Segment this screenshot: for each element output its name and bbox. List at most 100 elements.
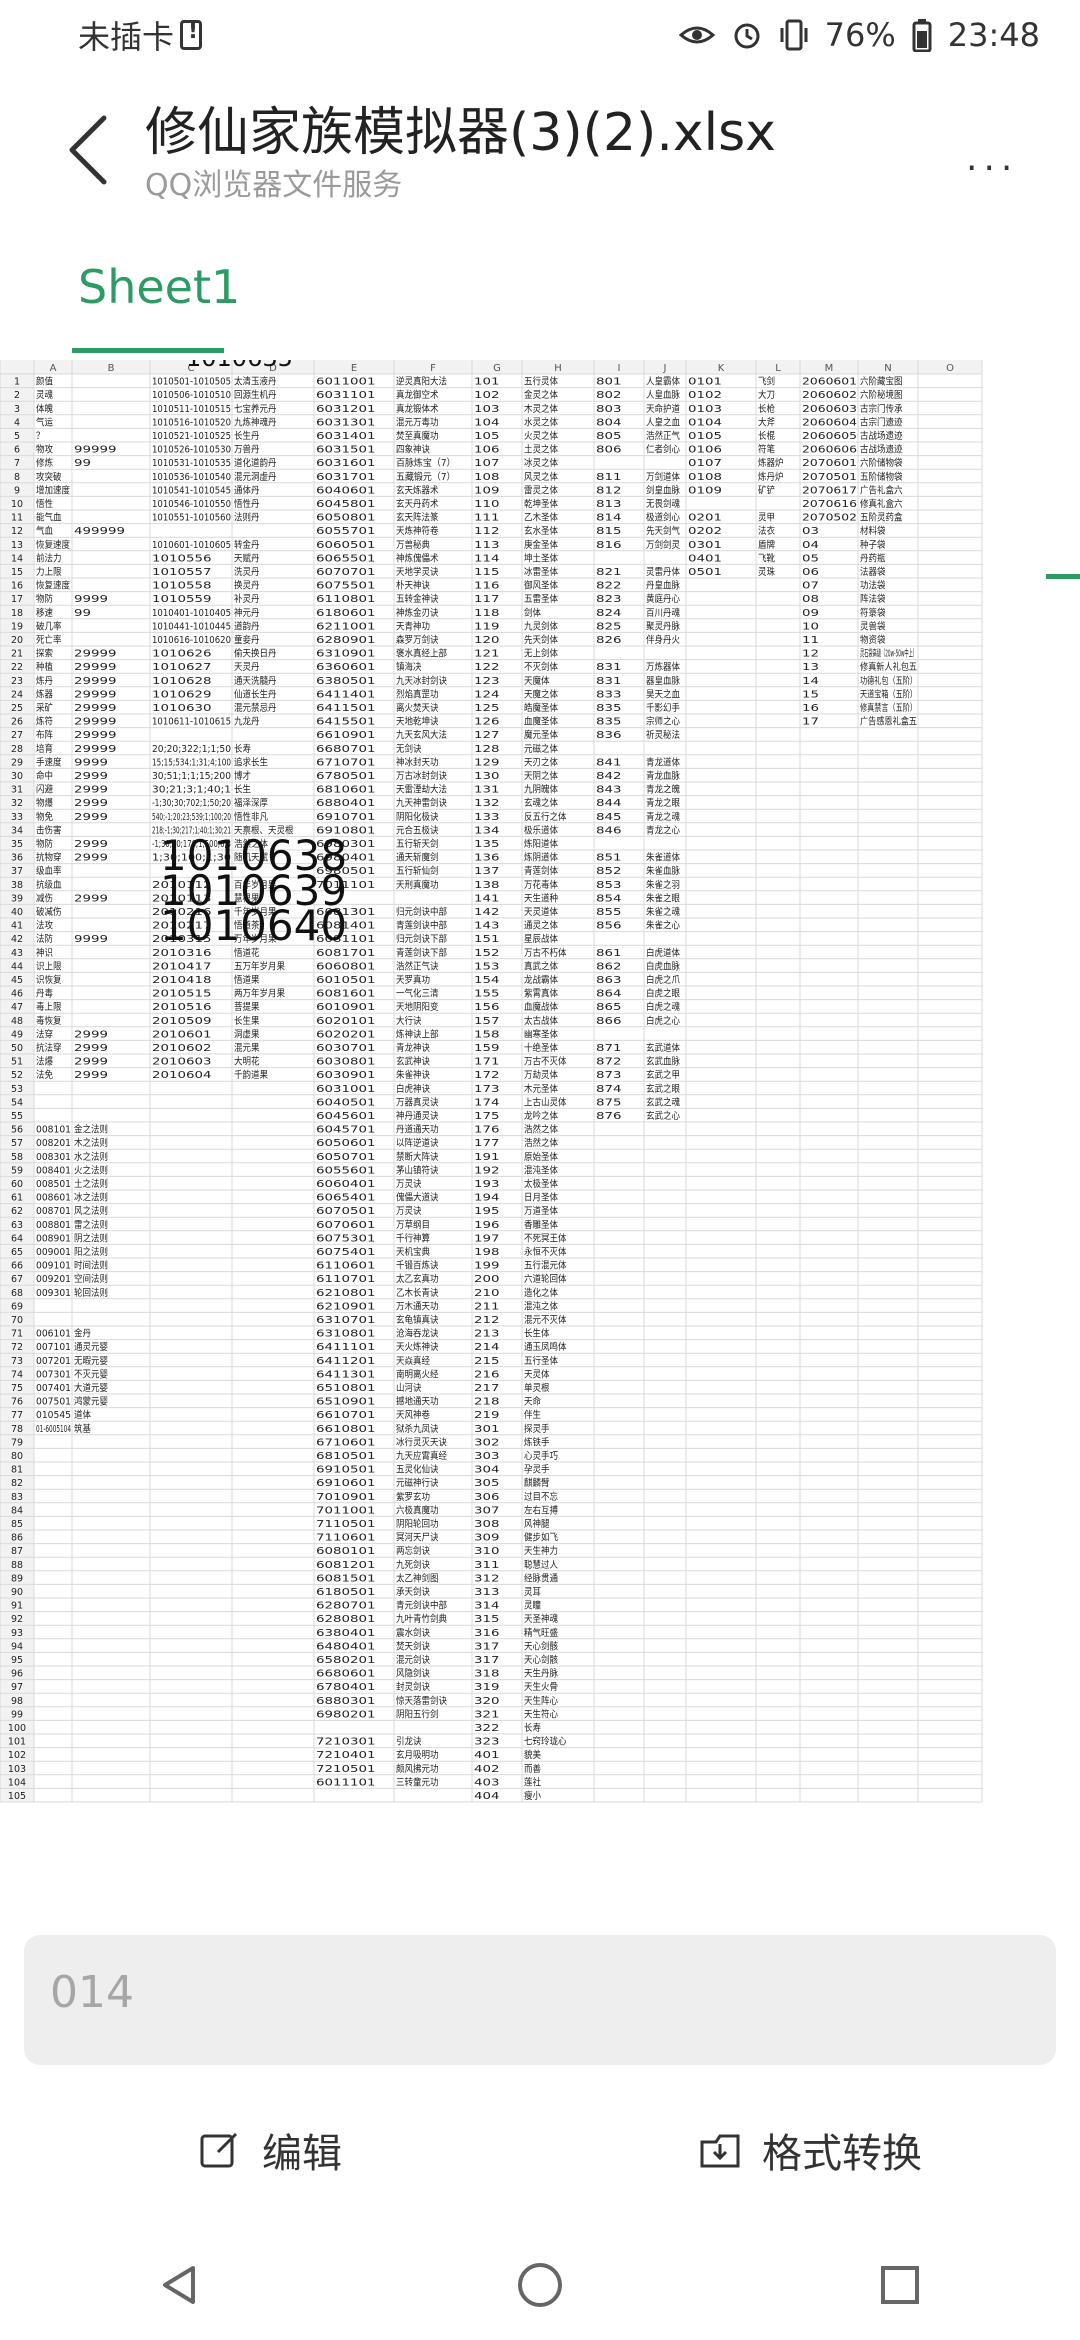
cell-value[interactable]: 功法袋 xyxy=(860,580,886,592)
cell-value[interactable]: 上古山灵体 xyxy=(524,1096,567,1108)
cell-value[interactable]: 118 xyxy=(474,608,500,619)
cell-value[interactable]: 真龙锻体术 xyxy=(396,403,439,415)
cell-value[interactable]: 6280701 xyxy=(316,1601,376,1612)
cell-value[interactable]: 104 xyxy=(474,417,500,428)
cell-value[interactable]: 319 xyxy=(474,1682,500,1693)
cell-value[interactable]: 6310701 xyxy=(316,1315,376,1326)
nav-back-icon[interactable] xyxy=(155,2260,205,2310)
cell-value[interactable]: 乙木圣体 xyxy=(524,512,558,524)
cell-value[interactable]: 采矿 xyxy=(36,702,53,714)
cell-value[interactable]: 804 xyxy=(596,417,622,428)
cell-value[interactable]: 玄武之眼 xyxy=(646,1083,680,1095)
cell-value[interactable]: 大刀 xyxy=(758,389,775,401)
cell-value[interactable]: 长生 xyxy=(234,784,251,796)
cell-value[interactable]: 玄天阵法篆 xyxy=(396,512,439,524)
nav-recents-icon[interactable] xyxy=(875,2260,925,2310)
cell-value[interactable]: 阴阳化极诀 xyxy=(396,811,439,823)
cell-value[interactable]: 炼神诀上部 xyxy=(396,1028,439,1040)
cell-value[interactable]: 闪避 xyxy=(36,784,53,796)
cell-value[interactable]: 太乙神剑图 xyxy=(396,1572,439,1584)
cell-value[interactable]: 107 xyxy=(474,458,500,469)
cell-value[interactable]: 316 xyxy=(474,1628,500,1639)
cell-value[interactable]: 121 xyxy=(474,649,500,660)
cell-value[interactable]: 无剑诀 xyxy=(396,743,422,755)
cell-value[interactable]: 灵石袋高级（20w-50w中上） xyxy=(860,648,917,660)
cell-value[interactable]: 6180501 xyxy=(316,1587,376,1598)
cell-value[interactable]: 镇海决 xyxy=(396,661,422,673)
cell-value[interactable]: 6210901 xyxy=(316,1301,376,1312)
cell-value[interactable]: 304 xyxy=(474,1465,500,1476)
cell-value[interactable]: 离火焚天诀 xyxy=(396,702,439,714)
cell-value[interactable]: 008401 xyxy=(36,1165,71,1176)
cell-value[interactable]: 禁断大阵诀 xyxy=(396,1151,439,1163)
cell-value[interactable]: 309 xyxy=(474,1533,500,1544)
cell-value[interactable]: 朱雀之羽 xyxy=(646,879,680,891)
cell-value[interactable]: 沧海吞龙诀 xyxy=(396,1328,439,1340)
cell-value[interactable]: 007501 xyxy=(36,1397,71,1408)
cell-value[interactable]: 6075401 xyxy=(316,1247,376,1258)
cell-value[interactable]: 焚天剑诀 xyxy=(396,1640,430,1652)
cell-value[interactable]: 永恒不灭体 xyxy=(524,1246,567,1258)
cell-value[interactable]: 魔元圣体 xyxy=(524,729,558,741)
cell-value[interactable]: 1010516-1010520 xyxy=(152,417,231,428)
column-header[interactable]: O xyxy=(946,363,954,374)
cell-value[interactable]: 惊天落雷剑诀 xyxy=(396,1695,447,1707)
cell-value[interactable]: 万兽丹 xyxy=(234,444,260,456)
cell-value[interactable]: 861 xyxy=(596,948,622,959)
cell-value[interactable]: 7210501 xyxy=(316,1764,376,1775)
cell-value[interactable]: 混元万毒功 xyxy=(396,416,439,428)
cell-value[interactable]: 6110601 xyxy=(316,1261,376,1272)
cell-value[interactable]: 0201 xyxy=(688,513,722,524)
cell-value[interactable]: 精气旺盛 xyxy=(524,1627,558,1639)
cell-value[interactable]: 古战场遗迹 xyxy=(860,444,903,456)
cell-value[interactable]: 102 xyxy=(474,390,500,401)
cell-value[interactable]: 20;20;322;1;1;50 xyxy=(152,744,231,755)
cell-value[interactable]: 万炼器体 xyxy=(646,661,680,673)
cell-value[interactable]: 长生果 xyxy=(234,1015,260,1027)
cell-value[interactable]: 九天玄风大法 xyxy=(396,729,447,741)
cell-value[interactable]: 七窍玲珑心 xyxy=(524,1736,567,1748)
cell-value[interactable]: 风灵之体 xyxy=(524,471,558,483)
cell-value[interactable]: 空间法则 xyxy=(74,1273,108,1285)
cell-value[interactable]: 烈焰真罡功 xyxy=(396,688,439,700)
cell-value[interactable]: 0107 xyxy=(688,458,722,469)
cell-value[interactable]: 毒恢复 xyxy=(36,1015,62,1027)
cell-value[interactable]: 仙道长生丹 xyxy=(234,688,277,700)
cell-value[interactable]: 306 xyxy=(474,1492,500,1503)
cell-value[interactable]: 灵雷丹体 xyxy=(646,566,680,578)
cell-value[interactable]: 修真新人礼包五 xyxy=(860,661,917,673)
cell-value[interactable]: 0109 xyxy=(688,485,722,496)
cell-value[interactable]: 16 xyxy=(802,703,819,714)
cell-value[interactable]: 6065401 xyxy=(316,1193,376,1204)
cell-value[interactable]: 博才 xyxy=(234,770,251,782)
cell-value[interactable]: 天灵体 xyxy=(524,1368,550,1380)
cell-value[interactable]: 木元圣体 xyxy=(524,1083,558,1095)
cell-value[interactable]: 1010536-1010540 xyxy=(152,472,231,483)
cell-value[interactable]: 6031201 xyxy=(316,404,376,415)
cell-value[interactable]: 童妾丹 xyxy=(234,634,260,646)
cell-value[interactable]: 破减伤 xyxy=(36,906,62,918)
cell-value[interactable]: 2060601 xyxy=(802,377,857,388)
cell-value[interactable]: 天炼神符卷 xyxy=(396,525,439,537)
cell-value[interactable]: 6065501 xyxy=(316,553,376,564)
cell-value[interactable]: 09 xyxy=(802,608,819,619)
cell-value[interactable]: 归元剑诀下部 xyxy=(396,933,447,945)
cell-value[interactable]: 007401 xyxy=(36,1383,71,1394)
cell-value[interactable]: 29999 xyxy=(74,676,117,687)
cell-value[interactable]: 天刃之体 xyxy=(524,756,558,768)
cell-value[interactable]: 6070501 xyxy=(316,1206,376,1217)
cell-value[interactable]: 1010558 xyxy=(152,581,212,592)
cell-value[interactable]: 天生阵心 xyxy=(524,1695,558,1707)
cell-value[interactable]: 30;21;3;1;40;1 xyxy=(152,785,231,796)
cell-value[interactable]: 黄庭丹心 xyxy=(646,593,680,605)
cell-value[interactable]: 2010602 xyxy=(152,1043,212,1054)
cell-value[interactable]: 貌美 xyxy=(524,1749,541,1761)
cell-value[interactable]: 123 xyxy=(474,676,500,687)
cell-value[interactable]: 九龙丹 xyxy=(234,716,260,728)
cell-value[interactable]: 天阴之体 xyxy=(524,770,558,782)
cell-value[interactable]: 白虎之魂 xyxy=(646,1001,680,1013)
cell-value[interactable]: 天风神卷 xyxy=(396,1409,430,1421)
cell-value[interactable]: 0104 xyxy=(688,417,722,428)
cell-value[interactable]: 317 xyxy=(474,1655,500,1666)
cell-value[interactable]: 六阶秘境图 xyxy=(860,389,903,401)
